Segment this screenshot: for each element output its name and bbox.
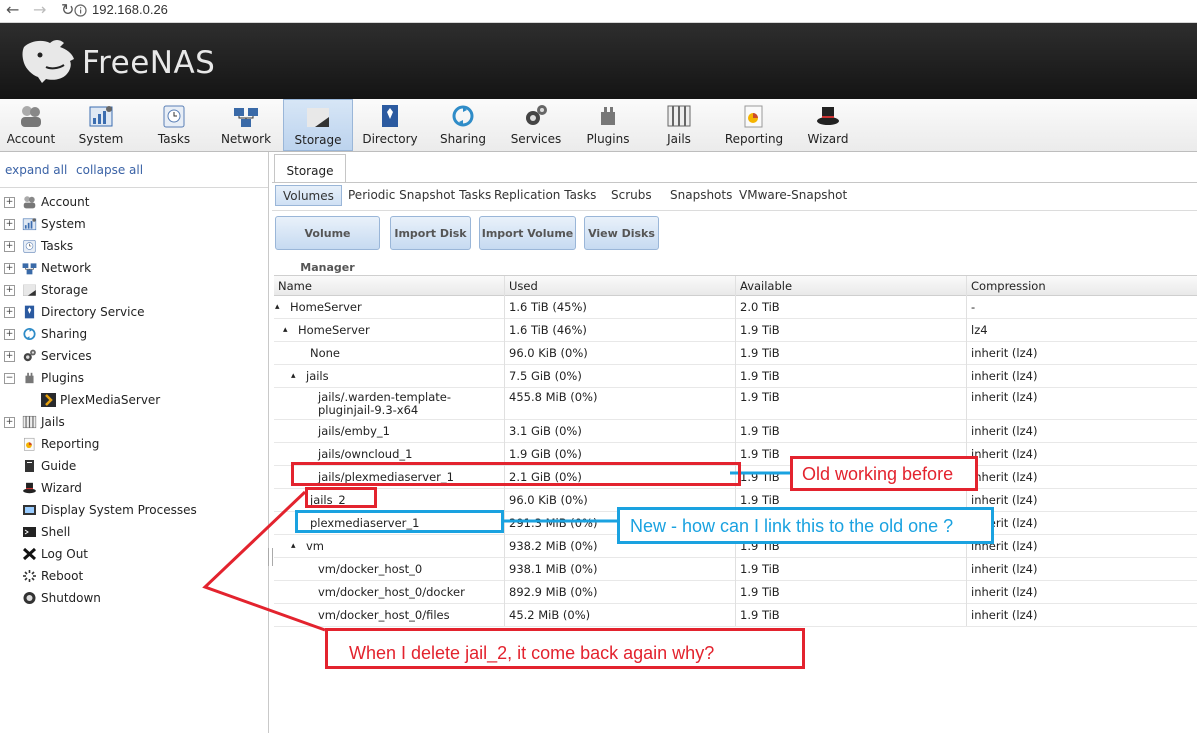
annotation-callout-delete: When I delete jail_2, it come back again… <box>325 628 805 669</box>
annotation-text-old: Old working before <box>802 464 954 484</box>
annotation-callout-new: New - how can I link this to the old one… <box>617 507 994 544</box>
annotation-box-old-jail <box>291 462 741 486</box>
annotation-text-new: New - how can I link this to the old one… <box>630 516 954 536</box>
annotation-box-jails-2 <box>305 487 377 508</box>
annotation-lines <box>202 471 792 632</box>
annotation-callout-old: Old working before <box>790 456 978 491</box>
annotation-text-delete: When I delete jail_2, it come back again… <box>349 643 715 663</box>
annotation-box-new-plex <box>295 510 504 533</box>
